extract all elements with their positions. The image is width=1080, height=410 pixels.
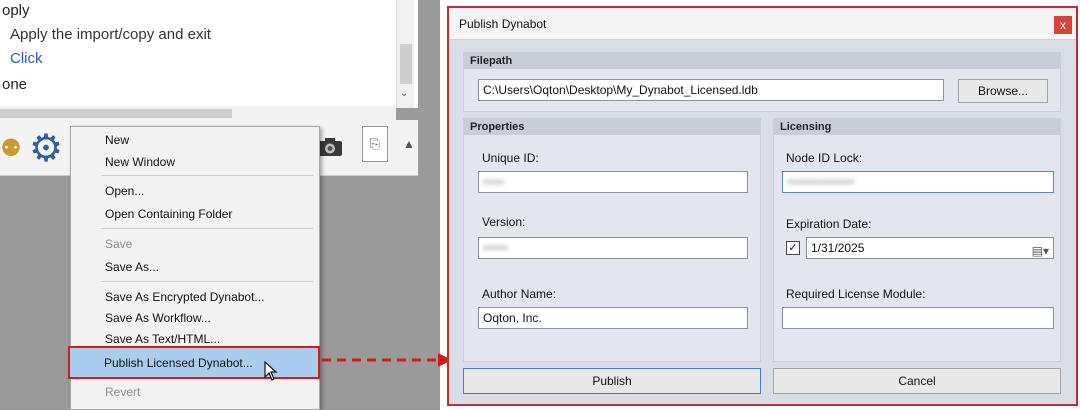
- gear-icon[interactable]: ⚙: [26, 128, 66, 170]
- group-header: Filepath: [464, 53, 1060, 69]
- chevron-down-icon[interactable]: ⌄: [400, 88, 408, 99]
- author-name-input[interactable]: Oqton, Inc.: [478, 307, 748, 329]
- content-line: one: [2, 76, 28, 93]
- click-link[interactable]: Click: [10, 50, 43, 67]
- vertical-scrollbar[interactable]: ⌄: [396, 0, 414, 108]
- expiration-date-label: Expiration Date:: [786, 217, 872, 231]
- filepath-input[interactable]: C:\Users\Oqton\Desktop\My_Dynabot_Licens…: [478, 79, 944, 101]
- node-id-value: ••••••••••••••••: [787, 175, 855, 189]
- dialog-titlebar: Publish Dynabot x: [449, 8, 1076, 40]
- menu-item-label: Publish Licensed Dynabot...: [104, 356, 253, 370]
- menu-item-save-as-workflow[interactable]: Save As Workflow...: [105, 311, 211, 325]
- version-input[interactable]: ••••••: [478, 237, 748, 259]
- filepath-group: Filepath C:\Users\Oqton\Desktop\My_Dynab…: [463, 52, 1061, 112]
- cancel-button[interactable]: Cancel: [773, 368, 1061, 394]
- camera-icon[interactable]: [316, 132, 344, 162]
- node-id-lock-label: Node ID Lock:: [786, 151, 863, 165]
- required-license-module-label: Required License Module:: [786, 287, 926, 301]
- expiration-checkbox[interactable]: ✓: [786, 241, 800, 255]
- group-header: Licensing: [774, 119, 1060, 135]
- menu-item-save-as[interactable]: Save As...: [105, 260, 159, 274]
- scroll-thumb[interactable]: [400, 44, 412, 84]
- expiration-date-value: 1/31/2025: [811, 241, 865, 255]
- version-label: Version:: [482, 215, 526, 229]
- horizontal-scrollbar[interactable]: [0, 106, 396, 120]
- unique-id-input[interactable]: •••••: [478, 171, 748, 193]
- licensing-group: Licensing Node ID Lock: ••••••••••••••••…: [773, 118, 1061, 362]
- dashed-arrow-icon: [322, 353, 452, 367]
- close-button[interactable]: x: [1054, 16, 1072, 34]
- document-icon[interactable]: ⎘: [362, 126, 388, 162]
- menu-item-revert: Revert: [105, 385, 141, 399]
- mouse-cursor-icon: [264, 360, 278, 386]
- browse-button[interactable]: Browse...: [958, 79, 1048, 103]
- publish-button[interactable]: Publish: [463, 368, 761, 394]
- dialog-title: Publish Dynabot: [459, 17, 547, 31]
- unique-id-value: •••••: [483, 175, 505, 189]
- menu-item-new-window[interactable]: New Window: [105, 155, 175, 169]
- properties-group: Properties Unique ID: ••••• Version: •••…: [463, 118, 761, 362]
- mouse-cursor-glyph: [264, 360, 278, 381]
- content-line: oply: [2, 2, 30, 19]
- content-panel: oply Apply the import/copy and exit Clic…: [0, 0, 418, 108]
- publish-dynabot-dialog: Publish Dynabot x Filepath C:\Users\Oqto…: [447, 6, 1078, 406]
- required-license-module-input[interactable]: [782, 307, 1054, 329]
- menu-item-new[interactable]: New: [105, 133, 129, 147]
- menu-item-open-containing-folder[interactable]: Open Containing Folder: [105, 207, 232, 221]
- menu-item-save: Save: [105, 237, 133, 251]
- menu-item-save-as-encrypted[interactable]: Save As Encrypted Dynabot...: [105, 290, 264, 304]
- menu-separator: [101, 281, 313, 282]
- group-header: Properties: [464, 119, 760, 135]
- menu-separator: [101, 175, 313, 176]
- node-id-lock-input[interactable]: ••••••••••••••••: [782, 171, 1054, 193]
- menu-item-publish-licensed-dynabot[interactable]: Publish Licensed Dynabot...: [68, 346, 320, 379]
- overflow-arrow-icon[interactable]: ▲: [402, 134, 416, 154]
- calendar-dropdown-icon[interactable]: ▤▾: [1032, 241, 1049, 258]
- people-icon[interactable]: ⚉: [0, 128, 22, 168]
- unique-id-label: Unique ID:: [482, 151, 539, 165]
- version-value: ••••••: [483, 241, 509, 255]
- scroll-thumb[interactable]: [0, 109, 232, 118]
- author-name-label: Author Name:: [482, 287, 557, 301]
- menu-separator: [101, 228, 313, 229]
- content-line: Apply the import/copy and exit: [10, 26, 211, 43]
- expiration-date-picker[interactable]: 1/31/2025 ▤▾: [806, 237, 1054, 259]
- menu-item-open[interactable]: Open...: [105, 184, 144, 198]
- camera-icon-glyph: [318, 138, 342, 156]
- menu-item-save-as-text-html[interactable]: Save As Text/HTML...: [105, 332, 220, 346]
